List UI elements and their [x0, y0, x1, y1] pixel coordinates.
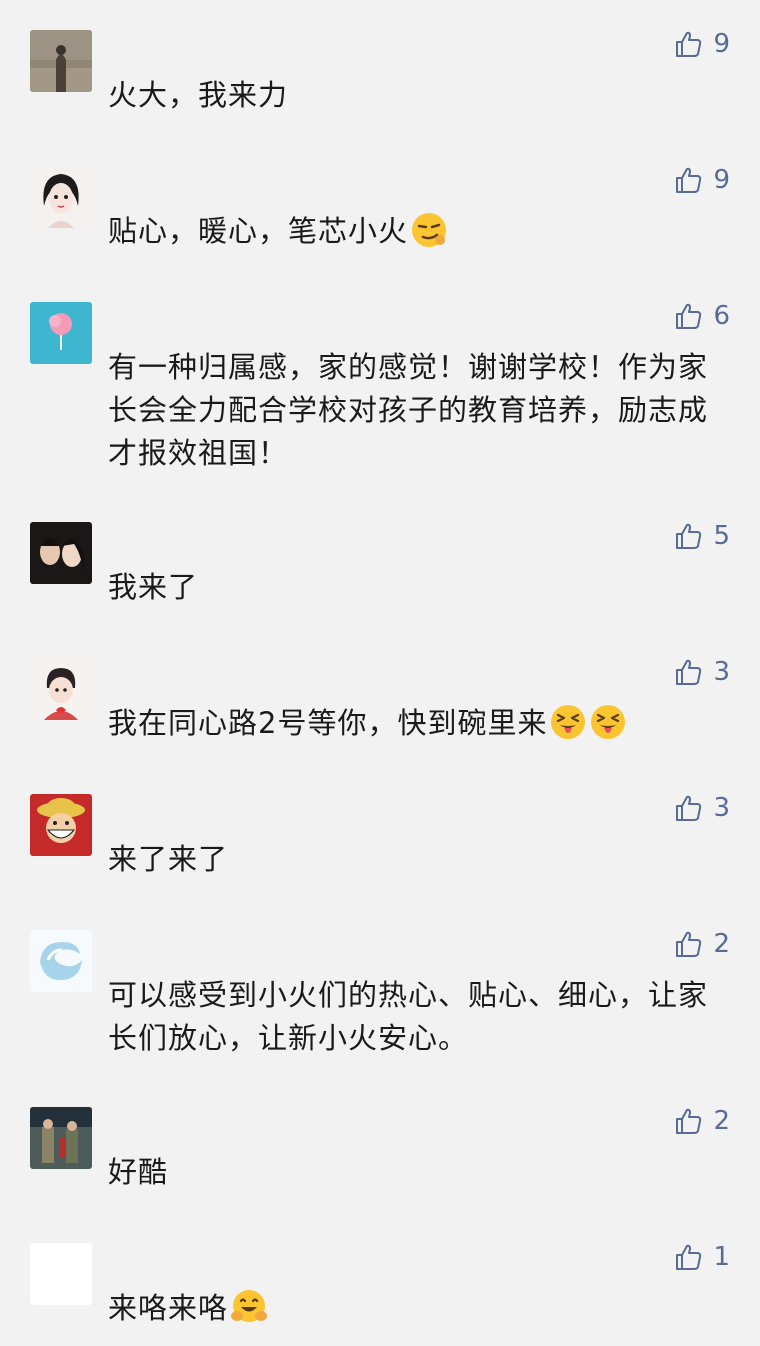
like-button[interactable]: 2 [673, 1101, 730, 1141]
like-count: 9 [713, 29, 730, 59]
like-count: 5 [713, 521, 730, 551]
comment-text: 好酷 [108, 1155, 169, 1189]
smirk-emoji-icon [412, 213, 447, 247]
avatar[interactable] [30, 1107, 92, 1169]
avatar[interactable] [30, 166, 92, 228]
comment-text: 我来了 [108, 570, 199, 604]
tongue-emoji-icon [591, 705, 626, 739]
like-button[interactable]: 5 [673, 516, 730, 556]
thumbs-up-icon [676, 1244, 702, 1270]
comment-text: 火大，我来力 [108, 78, 289, 112]
thumbs-up-icon [676, 303, 702, 329]
comment-text: 来咯来咯 [108, 1287, 718, 1330]
avatar[interactable] [30, 522, 92, 584]
like-button[interactable]: 1 [673, 1237, 730, 1277]
avatar[interactable] [30, 302, 92, 364]
like-button[interactable]: 9 [673, 24, 730, 64]
thumbs-up-icon [676, 795, 702, 821]
thumbs-up-icon [676, 659, 702, 685]
comment-text: 贴心，暖心，笔芯小火 [108, 210, 718, 253]
avatar[interactable] [30, 30, 92, 92]
thumbs-up-icon [676, 31, 702, 57]
like-count: 1 [713, 1242, 730, 1272]
like-button[interactable]: 2 [673, 924, 730, 964]
avatar[interactable] [30, 794, 92, 856]
avatar[interactable] [30, 930, 92, 992]
like-count: 9 [713, 165, 730, 195]
thumbs-up-icon [676, 1108, 702, 1134]
like-count: 3 [713, 793, 730, 823]
like-count: 2 [713, 1106, 730, 1136]
like-count: 6 [713, 301, 730, 331]
comment-text: 可以感受到小火们的热心、贴心、细心，让家长们放心，让新小火安心。 [108, 978, 709, 1055]
thumbs-up-icon [676, 523, 702, 549]
thumbs-up-icon [676, 931, 702, 957]
avatar[interactable] [30, 1243, 92, 1305]
like-button[interactable]: 3 [673, 652, 730, 692]
comment-list: 9 火大，我来力 9 贴心，暖心，笔芯小火 6 有一种归属感，家的感觉！谢谢学校… [0, 0, 760, 1346]
comment-text: 来了来了 [108, 842, 229, 876]
thumbs-up-icon [676, 167, 702, 193]
like-count: 2 [713, 929, 730, 959]
comment-text: 有一种归属感，家的感觉！谢谢学校！作为家长会全力配合学校对孩子的教育培养，励志成… [108, 350, 709, 470]
hug-emoji-icon [231, 1290, 268, 1322]
like-count: 3 [713, 657, 730, 687]
like-button[interactable]: 9 [673, 160, 730, 200]
tongue-emoji-icon [551, 705, 586, 739]
like-button[interactable]: 6 [673, 296, 730, 336]
comment-text: 我在同心路2号等你，快到碗里来 [108, 702, 718, 745]
avatar[interactable] [30, 658, 92, 720]
like-button[interactable]: 3 [673, 788, 730, 828]
